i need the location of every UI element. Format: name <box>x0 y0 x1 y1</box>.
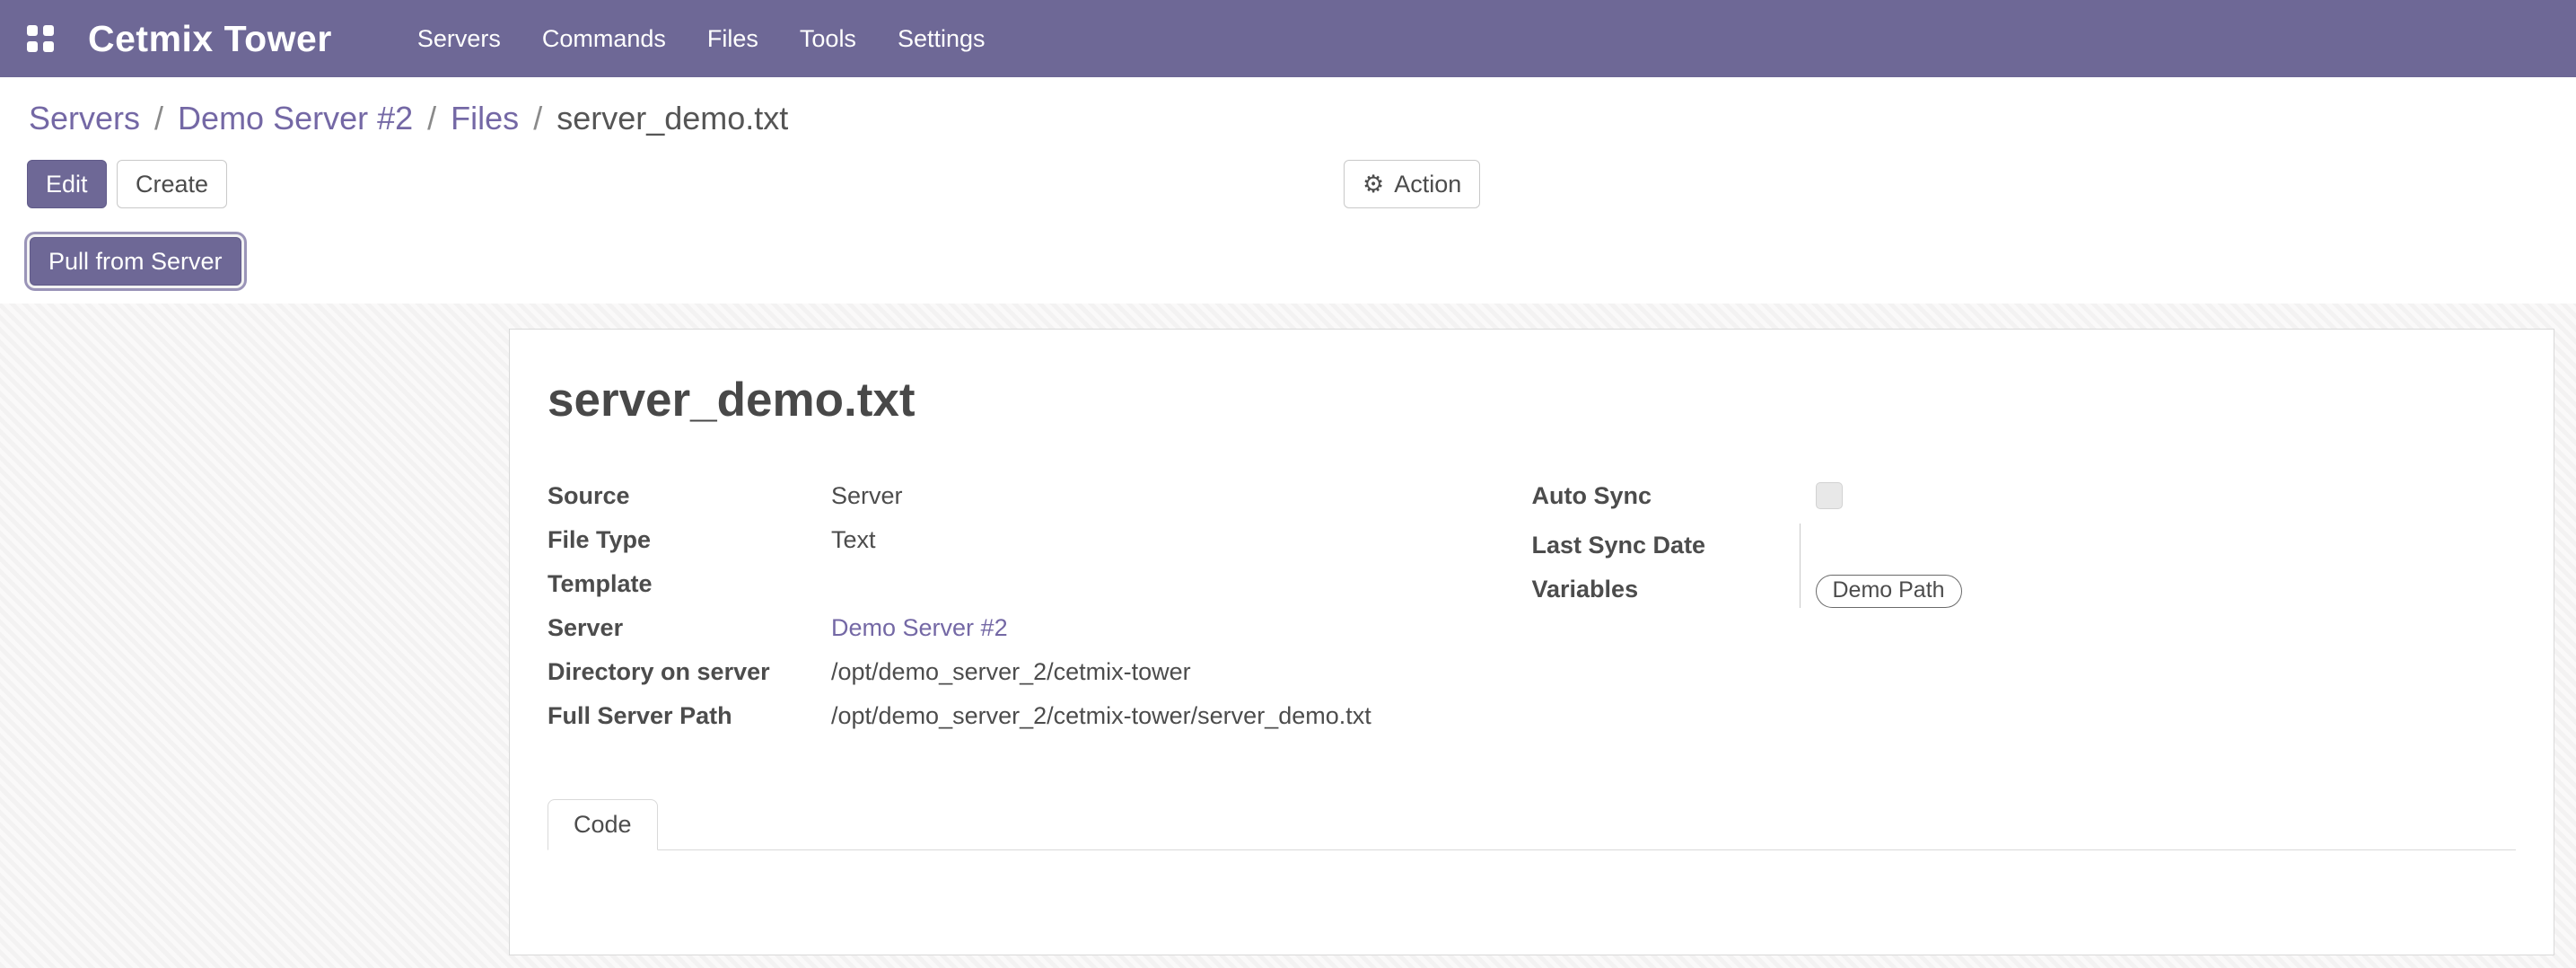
field-row-source: Source Server <box>548 474 1532 518</box>
breadcrumb-separator: / <box>427 99 436 138</box>
field-row-variables: Variables Demo Path <box>1532 568 2517 613</box>
notebook-tabs: Code <box>548 799 2516 850</box>
field-group-left: Source Server File Type Text Template Se… <box>548 474 1532 738</box>
top-navbar: Cetmix Tower Servers Commands Files Tool… <box>0 0 2576 77</box>
toolbar: Edit Create ⚙ Action <box>0 160 2576 208</box>
field-row-full-path: Full Server Path /opt/demo_server_2/cetm… <box>548 694 1532 738</box>
apps-grid-square <box>27 41 38 52</box>
apps-grid-square <box>27 25 38 36</box>
variable-tag-demo-path: Demo Path <box>1816 575 1962 608</box>
field-label: Source <box>548 480 831 513</box>
edit-button[interactable]: Edit <box>27 160 107 208</box>
form-sheet: server_demo.txt Source Server File Type … <box>509 329 2554 955</box>
apps-grid-square <box>43 25 54 36</box>
pull-from-server-button[interactable]: Pull from Server <box>30 237 241 286</box>
nav-servers[interactable]: Servers <box>397 0 521 77</box>
field-label: Template <box>548 568 831 601</box>
column-divider <box>1800 524 1801 608</box>
field-label: Auto Sync <box>1532 480 1816 518</box>
breadcrumb-servers[interactable]: Servers <box>29 99 140 138</box>
breadcrumb-demo-server[interactable]: Demo Server #2 <box>178 99 413 138</box>
breadcrumb-current: server_demo.txt <box>556 99 788 138</box>
field-label: File Type <box>548 524 831 557</box>
record-title: server_demo.txt <box>548 373 2516 427</box>
field-row-directory: Directory on server /opt/demo_server_2/c… <box>548 650 1532 694</box>
tab-code[interactable]: Code <box>548 799 658 850</box>
field-label: Full Server Path <box>548 700 831 733</box>
tab-code-content <box>548 850 2516 947</box>
create-button[interactable]: Create <box>117 160 227 208</box>
apps-grid-icon[interactable] <box>27 25 54 52</box>
field-value: Text <box>831 524 1532 557</box>
field-row-template: Template <box>548 562 1532 606</box>
field-value: Server <box>831 480 1532 513</box>
breadcrumb-separator: / <box>533 99 542 138</box>
breadcrumb-files[interactable]: Files <box>451 99 519 138</box>
field-value: /opt/demo_server_2/cetmix-tower/server_d… <box>831 700 1532 733</box>
nav-commands[interactable]: Commands <box>521 0 687 77</box>
field-row-auto-sync: Auto Sync <box>1532 474 2517 524</box>
field-label: Variables <box>1532 573 1816 608</box>
auto-sync-checkbox[interactable] <box>1816 482 1843 509</box>
apps-grid-square <box>43 41 54 52</box>
field-value <box>1816 480 2517 518</box>
breadcrumb-separator: / <box>154 99 163 138</box>
nav-files[interactable]: Files <box>687 0 779 77</box>
field-row-server: Server Demo Server #2 <box>548 606 1532 650</box>
field-label: Directory on server <box>548 656 831 689</box>
field-label: Last Sync Date <box>1532 529 1816 562</box>
field-value: Demo Path <box>1816 573 2517 608</box>
object-buttons-row: Pull from Server <box>0 237 2576 291</box>
action-button[interactable]: ⚙ Action <box>1344 160 1480 208</box>
breadcrumb: Servers / Demo Server #2 / Files / serve… <box>0 99 2576 138</box>
form-background: server_demo.txt Source Server File Type … <box>0 304 2576 968</box>
nav-settings[interactable]: Settings <box>877 0 1006 77</box>
server-link[interactable]: Demo Server #2 <box>831 614 1008 641</box>
field-label: Server <box>548 612 831 645</box>
field-value: Demo Server #2 <box>831 612 1532 645</box>
main-menu: Servers Commands Files Tools Settings <box>397 0 1006 77</box>
field-group-right: Auto Sync Last Sync Date Variables Demo … <box>1532 474 2517 738</box>
field-row-file-type: File Type Text <box>548 518 1532 562</box>
action-button-label: Action <box>1394 171 1461 198</box>
field-row-last-sync: Last Sync Date <box>1532 524 2517 568</box>
control-panel: Servers / Demo Server #2 / Files / serve… <box>0 77 2576 304</box>
gear-icon: ⚙ <box>1362 172 1384 197</box>
field-value <box>1816 529 2517 562</box>
app-title[interactable]: Cetmix Tower <box>88 18 332 60</box>
field-value: /opt/demo_server_2/cetmix-tower <box>831 656 1532 689</box>
nav-tools[interactable]: Tools <box>779 0 877 77</box>
field-groups: Source Server File Type Text Template Se… <box>548 474 2516 738</box>
field-value <box>831 568 1532 601</box>
